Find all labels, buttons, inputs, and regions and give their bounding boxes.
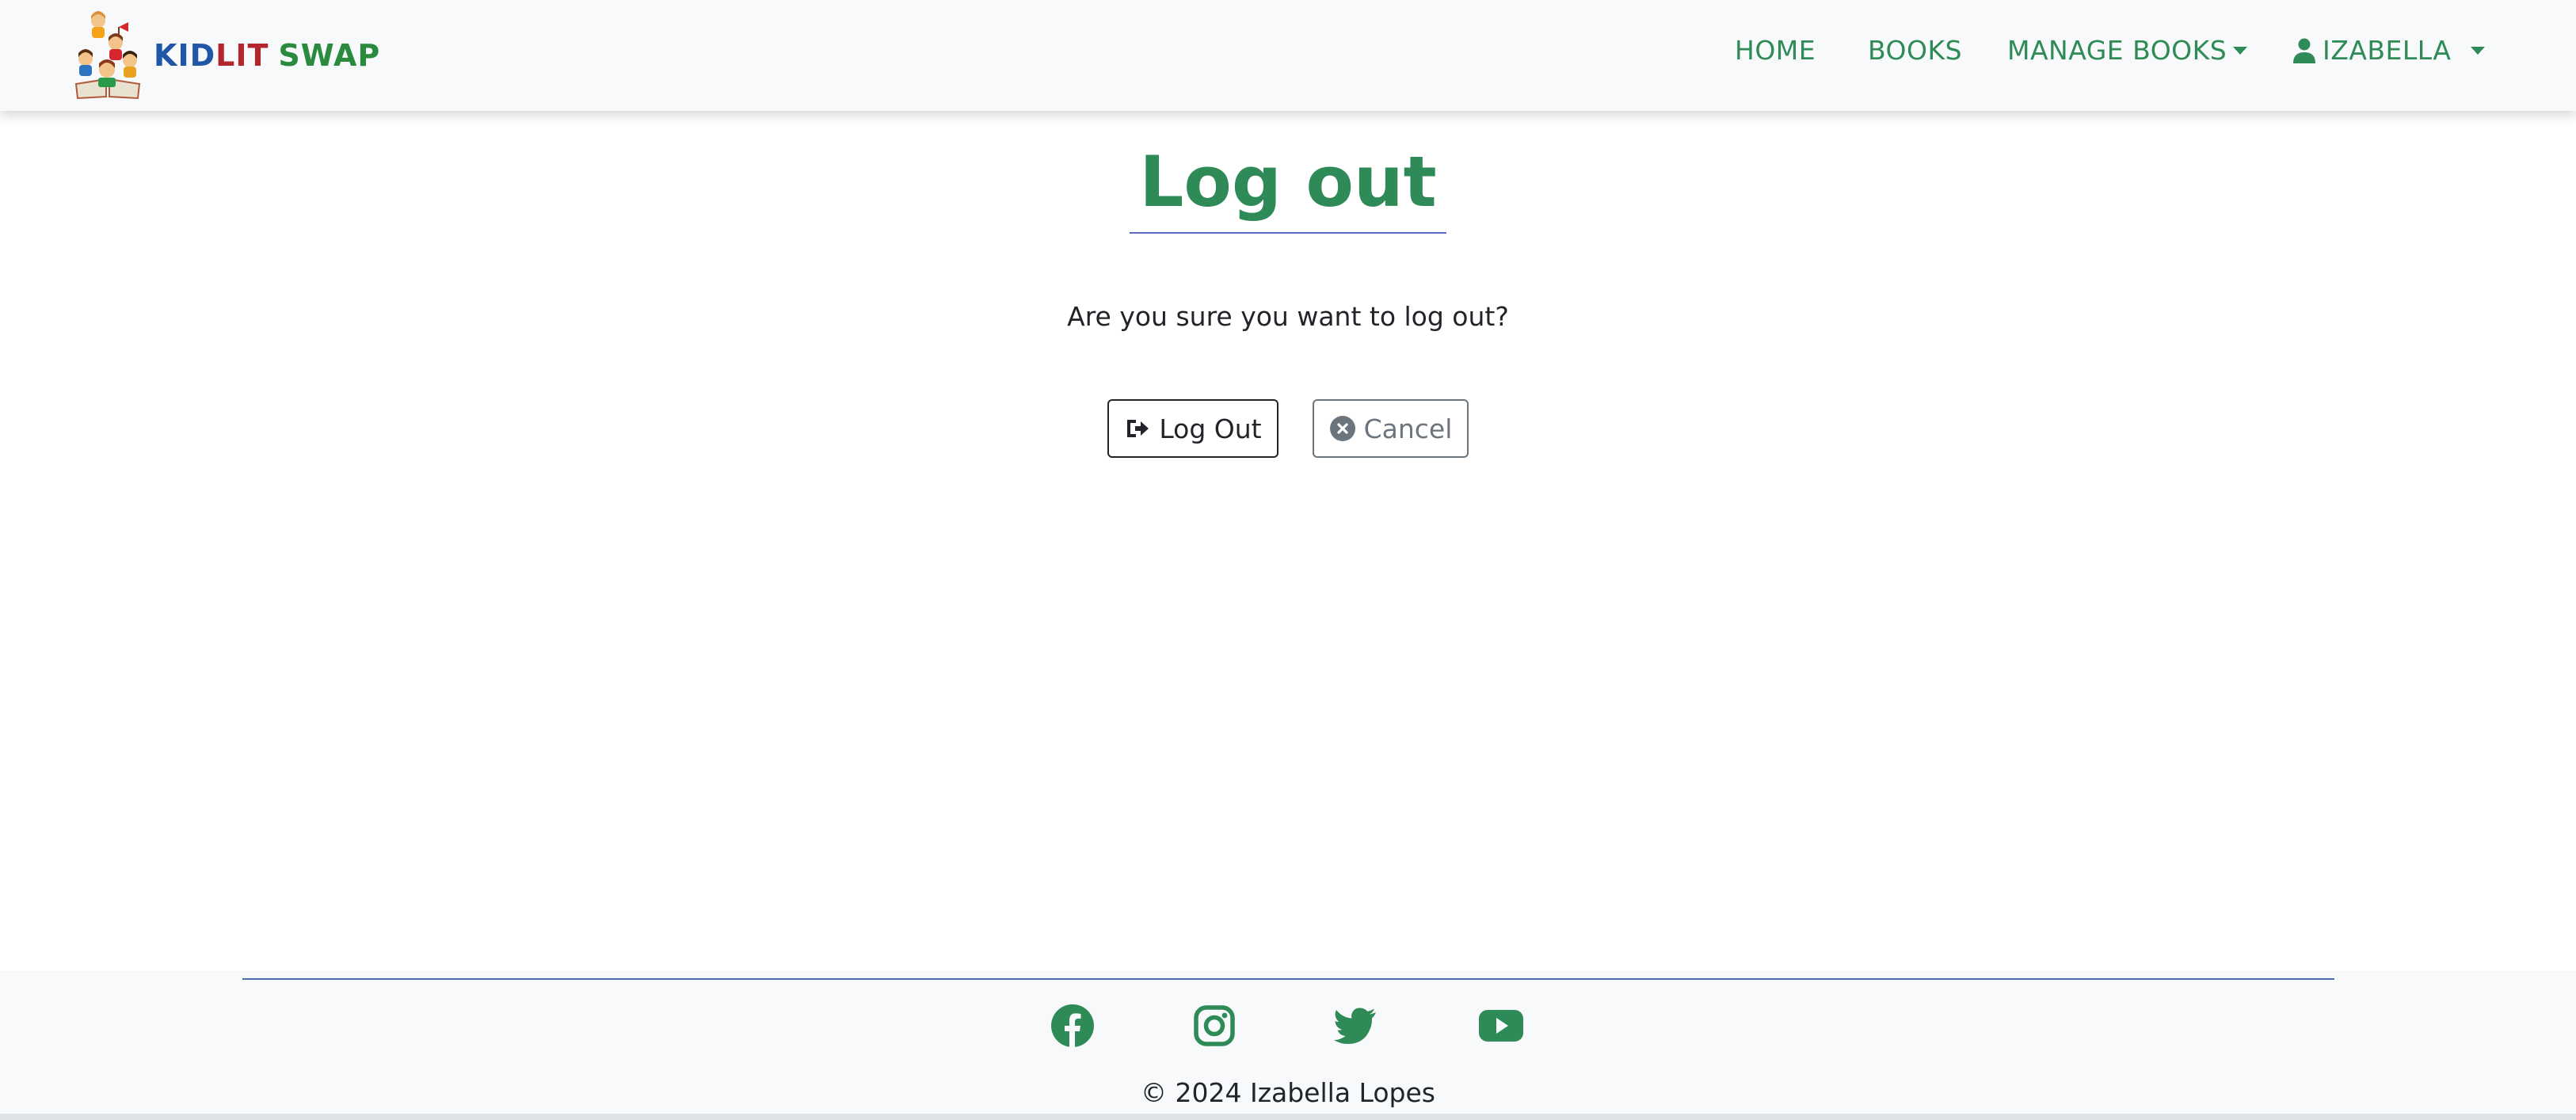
- nav-books-link[interactable]: BOOKS: [1868, 35, 1962, 66]
- nav-user-dropdown[interactable]: IZABELLA: [2292, 35, 2485, 66]
- cancel-button[interactable]: Cancel: [1313, 399, 1469, 458]
- copyright-text: © 2024 Izabella Lopes: [1141, 1077, 1435, 1108]
- brand-word-lit: LIT: [215, 38, 269, 73]
- brand-word-swap: SWAP: [278, 38, 381, 73]
- facebook-icon[interactable]: [1050, 1004, 1095, 1048]
- instagram-icon[interactable]: [1192, 1004, 1237, 1048]
- bottom-scroll-edge: [0, 1114, 2576, 1120]
- top-navbar: KIDLIT SWAP HOME BOOKS MANAGE BOOKS IZABE…: [0, 0, 2576, 111]
- cancel-button-label: Cancel: [1363, 413, 1453, 444]
- logout-button[interactable]: Log Out: [1107, 399, 1278, 458]
- user-icon: [2293, 38, 2315, 63]
- nav-manage-books-dropdown[interactable]: MANAGE BOOKS: [2007, 35, 2248, 66]
- nav-manage-books-label: MANAGE BOOKS: [2007, 35, 2227, 66]
- nav-home-link[interactable]: HOME: [1735, 35, 1816, 66]
- brand-home-link[interactable]: KIDLIT SWAP: [70, 11, 380, 100]
- close-circle-icon: [1329, 416, 1355, 441]
- sign-out-icon: [1127, 420, 1149, 437]
- title-underline: [1130, 232, 1446, 234]
- brand-name: KIDLIT SWAP: [154, 38, 380, 73]
- page-footer: © 2024 Izabella Lopes: [0, 970, 2576, 1114]
- youtube-icon[interactable]: [1478, 1004, 1524, 1048]
- twitter-icon[interactable]: [1334, 1004, 1378, 1048]
- logout-button-label: Log Out: [1159, 413, 1262, 444]
- chevron-down-icon: [2470, 46, 2485, 55]
- page-title: Log out: [1139, 141, 1437, 223]
- brand-word-kid: KID: [154, 38, 216, 73]
- nav-user-label: IZABELLA: [2323, 35, 2452, 66]
- kidlit-swap-logo: [74, 11, 141, 100]
- footer-divider: [242, 978, 2334, 980]
- logout-confirmation-text: Are you sure you want to log out?: [1067, 301, 1509, 332]
- chevron-down-icon: [2233, 46, 2248, 55]
